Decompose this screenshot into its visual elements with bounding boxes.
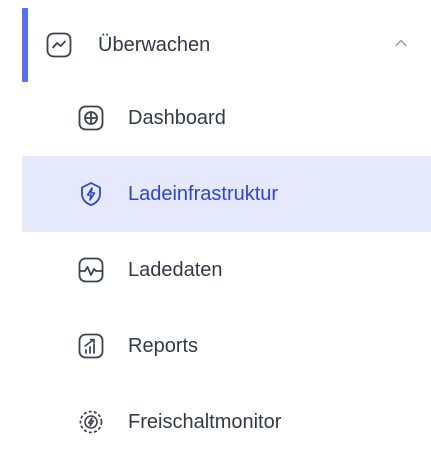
- nav-item-label: Ladeinfrastruktur: [128, 183, 279, 205]
- section-header-ueberwachen[interactable]: Überwachen: [22, 8, 431, 82]
- charging-shield-icon: [78, 181, 104, 207]
- pulse-monitor-icon: [78, 257, 104, 283]
- grid-plus-icon: [78, 105, 104, 131]
- nav-item-label: Freischaltmonitor: [128, 411, 282, 433]
- trend-line-icon: [46, 32, 72, 58]
- nav-item-label: Dashboard: [128, 107, 226, 129]
- nav-item-freischaltmonitor[interactable]: Freischaltmonitor: [22, 384, 431, 455]
- section-label: Überwachen: [98, 34, 211, 56]
- nav-item-label: Reports: [128, 335, 199, 357]
- sidebar-nav: Überwachen Dashboard Ladeinfrastruktur L…: [0, 0, 431, 455]
- bar-chart-icon: [78, 333, 104, 359]
- nav-item-ladedaten[interactable]: Ladedaten: [22, 232, 431, 308]
- active-section-indicator: [22, 8, 28, 82]
- nav-item-dashboard[interactable]: Dashboard: [22, 80, 431, 156]
- chevron-up-icon[interactable]: [394, 38, 408, 48]
- nav-item-ladeinfrastruktur[interactable]: Ladeinfrastruktur: [22, 156, 431, 232]
- nav-item-reports[interactable]: Reports: [22, 308, 431, 384]
- unlock-gear-icon: [78, 409, 104, 435]
- nav-item-label: Ladedaten: [128, 259, 223, 281]
